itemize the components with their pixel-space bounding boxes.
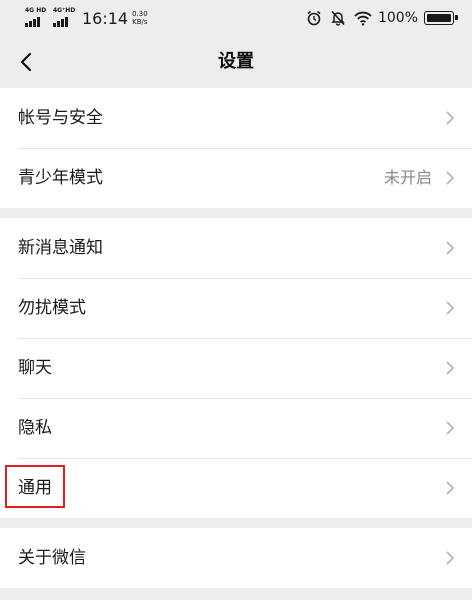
- wifi-icon: [354, 11, 372, 26]
- settings-item-label: 青少年模式: [18, 168, 103, 188]
- nav-bar: 设置: [0, 36, 472, 88]
- chevron-right-icon: [446, 361, 454, 375]
- settings-item-label: 帐号与安全: [18, 108, 103, 128]
- network-speed-unit: KB/s: [132, 18, 148, 26]
- settings-item-label: 聊天: [18, 358, 52, 378]
- status-bar-left: 4G HD 4G⁺HD 16:14 0.30 KB/s: [24, 6, 148, 30]
- mute-bell-icon: [331, 10, 345, 26]
- battery-fill: [427, 14, 451, 22]
- network-type-2: 4G⁺HD: [53, 7, 76, 14]
- settings-item-general[interactable]: 通用: [0, 458, 472, 518]
- status-bar-right: 100%: [298, 6, 458, 30]
- settings-group-about: 关于微信: [0, 528, 472, 588]
- settings-item-privacy[interactable]: 隐私: [0, 398, 472, 458]
- chevron-right-icon: [446, 171, 454, 185]
- settings-item-label: 勿扰模式: [18, 298, 86, 318]
- alarm-icon: [307, 10, 321, 26]
- chevron-right-icon: [446, 421, 454, 435]
- settings-item-about-wechat[interactable]: 关于微信: [0, 528, 472, 588]
- chevron-right-icon: [446, 241, 454, 255]
- settings-item-label: 通用: [18, 478, 52, 498]
- page-title: 设置: [218, 51, 254, 72]
- chevron-right-icon: [446, 111, 454, 125]
- settings-item-label: 隐私: [18, 418, 52, 438]
- network-speed: 0.30 KB/s: [132, 10, 148, 26]
- settings-item-chat[interactable]: 聊天: [0, 338, 472, 398]
- status-bar: 4G HD 4G⁺HD 16:14 0.30 KB/s 100%: [0, 0, 472, 36]
- settings-screen: 4G HD 4G⁺HD 16:14 0.30 KB/s 100% 设置 帐号与安…: [0, 0, 472, 600]
- status-time: 16:14: [82, 8, 129, 28]
- chevron-right-icon: [446, 481, 454, 495]
- network-type-1: 4G HD: [25, 7, 47, 14]
- battery-icon: [424, 11, 458, 25]
- settings-item-label: 关于微信: [18, 548, 86, 568]
- settings-item-new-message-notification[interactable]: 新消息通知: [0, 218, 472, 278]
- settings-item-do-not-disturb[interactable]: 勿扰模式: [0, 278, 472, 338]
- signal-icon: 4G HD: [24, 7, 48, 29]
- battery-percent: 100%: [377, 10, 418, 26]
- settings-group-account: 帐号与安全 青少年模式 未开启: [0, 88, 472, 208]
- settings-group-general: 新消息通知 勿扰模式 聊天 隐私 通用: [0, 218, 472, 518]
- chevron-right-icon: [446, 301, 454, 315]
- settings-item-account-security[interactable]: 帐号与安全: [0, 88, 472, 148]
- network-speed-value: 0.30: [132, 10, 148, 18]
- settings-item-teen-mode[interactable]: 青少年模式 未开启: [0, 148, 472, 208]
- settings-item-value: 未开启: [383, 168, 432, 187]
- chevron-right-icon: [446, 551, 454, 565]
- settings-item-label: 新消息通知: [18, 238, 103, 258]
- signal-icon: 4G⁺HD: [52, 7, 76, 29]
